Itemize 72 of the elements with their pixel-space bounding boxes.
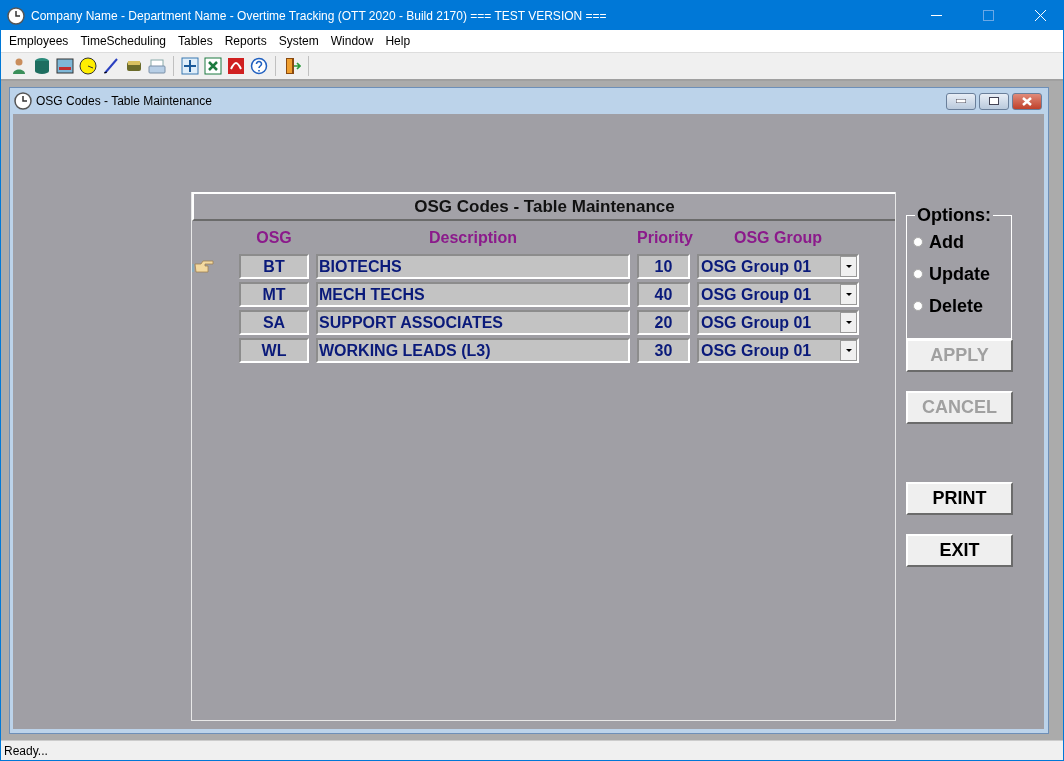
close-icon [1022, 96, 1032, 106]
picture-icon [56, 57, 74, 75]
table-cell: BT [239, 254, 309, 279]
toolbar-help-button[interactable] [249, 56, 269, 76]
menu-item[interactable]: TimeScheduling [74, 30, 172, 52]
group-dropdown[interactable]: OSG Group 01 [697, 254, 859, 279]
group-dropdown[interactable]: OSG Group 01 [697, 310, 859, 335]
pen-icon [102, 57, 120, 75]
table-cell: 40 [637, 282, 690, 307]
column-header: Description [428, 228, 518, 248]
table-cell: SUPPORT ASSOCIATES [316, 310, 630, 335]
status-text: Ready... [4, 743, 48, 758]
dropdown-button[interactable] [840, 256, 857, 277]
child-window-title: OSG Codes - Table Maintenance [36, 94, 212, 108]
radio-option[interactable]: Delete [913, 292, 1007, 320]
close-icon [1034, 10, 1046, 21]
toolbar-spreadsheet-button[interactable] [203, 56, 223, 76]
menu-item[interactable]: Employees [3, 30, 75, 52]
close-button[interactable] [1012, 92, 1042, 110]
table-cell: 20 [637, 310, 690, 335]
table-cell: WORKING LEADS (L3) [316, 338, 630, 363]
clock-icon [79, 57, 97, 75]
table-cell: WL [239, 338, 309, 363]
toolbar-move-button[interactable] [180, 56, 200, 76]
clock-icon [14, 92, 32, 110]
toolbar-picture-button[interactable] [55, 56, 75, 76]
toolbar-clock-button[interactable] [78, 56, 98, 76]
move-icon [181, 57, 199, 75]
group-dropdown[interactable]: OSG Group 01 [697, 282, 859, 307]
action-button[interactable]: PRINT [906, 482, 1013, 515]
menu-item[interactable]: Help [379, 30, 417, 52]
radio-option[interactable]: Update [913, 260, 1007, 288]
spreadsheet-icon [204, 57, 222, 75]
options-legend: Options: [915, 205, 993, 226]
help-icon [250, 57, 268, 75]
dropdown-button[interactable] [840, 312, 857, 333]
table-cell: BIOTECHS [316, 254, 630, 279]
table-cell: MECH TECHS [316, 282, 630, 307]
caret-icon [845, 349, 852, 352]
clock-icon [7, 6, 25, 25]
column-header: OSG [255, 228, 293, 248]
menu-item[interactable]: Reports [218, 30, 273, 52]
table-cell: MT [239, 282, 309, 307]
printer-icon [148, 57, 166, 75]
menu-item[interactable]: Window [324, 30, 380, 52]
caret-icon [845, 321, 852, 324]
table-cell: SA [239, 310, 309, 335]
minimize-button[interactable] [946, 92, 976, 110]
table-cell: 30 [637, 338, 690, 363]
minimize-icon [930, 14, 942, 17]
caret-icon [845, 265, 852, 268]
column-header: OSG Group [733, 228, 823, 248]
dropdown-button[interactable] [840, 340, 857, 361]
toolbar-pen-button[interactable] [101, 56, 121, 76]
restore-icon [989, 97, 999, 105]
exit-door-icon [283, 57, 301, 75]
dropdown-button[interactable] [840, 284, 857, 305]
window-title: Company Name - Department Name - Overtime Tracking (OTT 2020 - Build 2170) === TEST VERSION === [31, 8, 608, 23]
toolbar-database-button[interactable] [32, 56, 52, 76]
restore-button[interactable] [979, 92, 1009, 110]
person-icon [10, 57, 28, 75]
minimize-icon [956, 99, 966, 103]
menu-item[interactable]: Tables [172, 30, 219, 52]
radio-option[interactable]: Add [913, 228, 1007, 256]
table-cell: 10 [637, 254, 690, 279]
menu-item[interactable]: System [272, 30, 325, 52]
database-icon [33, 57, 51, 75]
group-dropdown[interactable]: OSG Group 01 [697, 338, 859, 363]
maximize-icon [982, 10, 994, 21]
caret-icon [845, 293, 852, 296]
panel-title: OSG Codes - Table Maintenance [414, 196, 675, 217]
action-button[interactable]: EXIT [906, 534, 1013, 567]
